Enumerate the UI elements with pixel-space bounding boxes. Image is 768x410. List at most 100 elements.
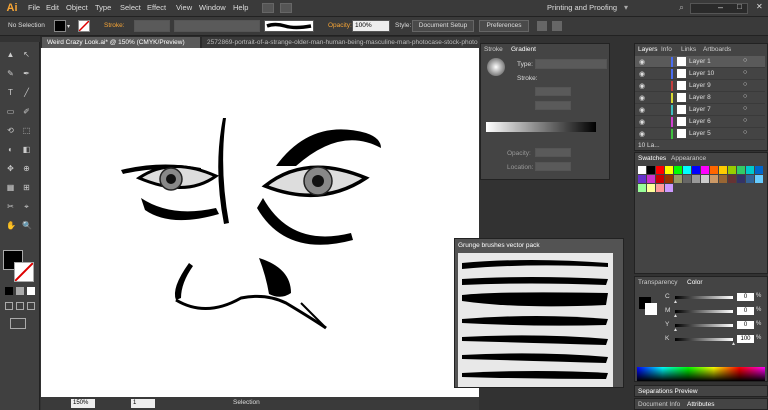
channel-slider[interactable] <box>675 296 733 299</box>
free-transform-tool-icon[interactable]: ✥ <box>6 164 15 173</box>
gradient-type-select[interactable] <box>535 59 607 69</box>
tab-separations-preview[interactable]: Separations Preview <box>638 388 698 395</box>
tab-document-active[interactable]: Weird Crazy Look.ai* @ 150% (CMYK/Previe… <box>42 37 200 48</box>
scissors-tool-icon[interactable]: ✂ <box>6 202 15 211</box>
color-swatch[interactable] <box>638 166 646 174</box>
fill-swatch[interactable] <box>54 20 66 32</box>
menu-edit[interactable]: Edit <box>46 3 59 12</box>
color-swatch[interactable] <box>719 175 727 183</box>
color-swatch[interactable] <box>692 166 700 174</box>
tab-document-info[interactable]: Document Info <box>638 401 680 408</box>
opacity-label[interactable]: Opacity: <box>328 22 352 29</box>
tab-attributes[interactable]: Attributes <box>687 401 714 408</box>
color-swatch[interactable] <box>692 175 700 183</box>
color-swatch[interactable] <box>656 166 664 174</box>
screen-mode-icon[interactable] <box>10 318 26 329</box>
color-mode-icon[interactable] <box>5 287 13 295</box>
menu-view[interactable]: View <box>176 3 192 12</box>
angle-field[interactable] <box>535 87 571 96</box>
color-swatch[interactable] <box>638 184 646 192</box>
layer-name[interactable]: Layer 5 <box>689 130 711 137</box>
channel-slider[interactable] <box>675 324 733 327</box>
artboard-field[interactable]: 1 <box>131 399 155 408</box>
tab-links[interactable]: Links <box>681 46 696 53</box>
stroke-color[interactable] <box>14 262 34 282</box>
stop-opacity-field[interactable] <box>535 148 571 157</box>
slider-thumb[interactable]: ▲ <box>673 299 678 305</box>
stroke-swatch[interactable] <box>78 20 90 32</box>
color-swatch[interactable] <box>683 175 691 183</box>
tab-document-photo[interactable]: 2572869-portrait-of-a-strange-older-man-… <box>202 37 480 48</box>
target-circle-icon[interactable]: ○ <box>743 105 747 112</box>
mesh-tool-icon[interactable]: ▦ <box>6 183 15 192</box>
menu-window[interactable]: Window <box>199 3 226 12</box>
visibility-eye-icon[interactable]: ◉ <box>639 58 645 66</box>
bridge-icon[interactable] <box>262 3 274 13</box>
tab-artboards[interactable]: Artboards <box>703 46 731 53</box>
layer-row[interactable]: ◉ Layer 9 ○ <box>635 80 765 92</box>
arrange-documents-icon[interactable] <box>280 3 292 13</box>
draw-behind-icon[interactable] <box>16 302 24 310</box>
color-swatch[interactable] <box>737 166 745 174</box>
color-swatch[interactable] <box>656 175 664 183</box>
rectangle-tool-icon[interactable]: ▭ <box>6 107 15 116</box>
close-icon[interactable]: ✕ <box>756 2 763 11</box>
aspect-field[interactable] <box>535 101 571 110</box>
gradient-tool-icon[interactable]: ⊞ <box>22 183 31 192</box>
channel-slider[interactable] <box>675 338 733 341</box>
tab-info[interactable]: Info <box>661 46 672 53</box>
chevron-down-icon[interactable]: ▾ <box>67 23 70 30</box>
slider-thumb[interactable]: ▲ <box>673 313 678 319</box>
minimize-icon[interactable]: – <box>718 2 723 12</box>
visibility-eye-icon[interactable]: ◉ <box>639 94 645 102</box>
layer-row[interactable]: ◉ Layer 10 ○ <box>635 68 765 80</box>
menu-select[interactable]: Select <box>120 3 141 12</box>
none-mode-icon[interactable] <box>27 287 35 295</box>
target-circle-icon[interactable]: ○ <box>743 57 747 64</box>
opacity-field[interactable]: 100% <box>352 20 390 32</box>
width-tool-icon[interactable]: ◐ <box>6 145 15 154</box>
layer-row[interactable]: ◉ Layer 1 ○ <box>635 56 765 68</box>
color-swatch[interactable] <box>737 175 745 183</box>
layer-name[interactable]: Layer 1 <box>689 58 711 65</box>
menu-file[interactable]: File <box>28 3 40 12</box>
layer-name[interactable]: Layer 8 <box>689 94 711 101</box>
pencil-tool-icon[interactable]: ✐ <box>22 107 31 116</box>
tab-transparency[interactable]: Transparency <box>638 279 678 286</box>
eyedropper-tool-icon[interactable]: ⌖ <box>22 202 31 211</box>
layer-row[interactable]: ◉ Layer 6 ○ <box>635 116 765 128</box>
slider-thumb[interactable]: ▲ <box>673 327 678 333</box>
search-icon[interactable]: ⌕ <box>679 2 684 13</box>
layer-name[interactable]: Layer 10 <box>689 70 714 77</box>
layer-row[interactable]: ◉ Layer 8 ○ <box>635 92 765 104</box>
visibility-eye-icon[interactable]: ◉ <box>639 118 645 126</box>
channel-value[interactable]: 0 <box>737 293 754 301</box>
layer-row[interactable]: ◉ Layer 5 ○ <box>635 128 765 140</box>
menu-object[interactable]: Object <box>66 3 88 12</box>
gradient-slider[interactable] <box>486 122 596 132</box>
target-circle-icon[interactable]: ○ <box>743 81 747 88</box>
color-swatch[interactable] <box>647 166 655 174</box>
layer-name[interactable]: Layer 9 <box>689 82 711 89</box>
color-swatch[interactable] <box>638 175 646 183</box>
layer-row[interactable]: ◉ Layer 7 ○ <box>635 104 765 116</box>
draw-inside-icon[interactable] <box>27 302 35 310</box>
selection-tool-icon[interactable]: ▲ <box>6 50 15 59</box>
stroke-weight-field[interactable] <box>134 20 170 32</box>
color-swatch[interactable] <box>710 166 718 174</box>
tab-stroke[interactable]: Stroke <box>484 46 503 53</box>
color-stroke-swatch[interactable] <box>645 303 657 315</box>
tab-appearance[interactable]: Appearance <box>671 155 706 162</box>
target-circle-icon[interactable]: ○ <box>743 69 747 76</box>
brush-definition[interactable] <box>264 20 314 32</box>
color-swatch[interactable] <box>719 166 727 174</box>
maximize-icon[interactable]: □ <box>737 2 742 11</box>
channel-value[interactable]: 100 <box>737 335 754 343</box>
perspective-tool-icon[interactable]: ⊕ <box>22 164 31 173</box>
color-swatch[interactable] <box>683 166 691 174</box>
scale-tool-icon[interactable]: ⬚ <box>22 126 31 135</box>
menu-help[interactable]: Help <box>233 3 248 12</box>
gradient-mode-icon[interactable] <box>16 287 24 295</box>
draw-normal-icon[interactable] <box>5 302 13 310</box>
color-swatch[interactable] <box>710 175 718 183</box>
